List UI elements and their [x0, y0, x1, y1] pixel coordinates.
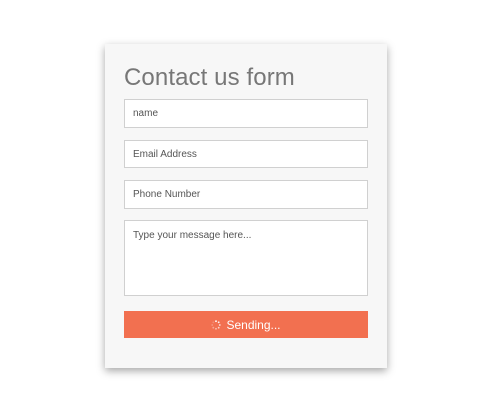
loading-spinner-icon [211, 319, 222, 330]
phone-input[interactable] [124, 180, 368, 209]
send-button-label: Sending... [226, 317, 281, 332]
name-input[interactable] [124, 99, 368, 128]
send-button[interactable]: Sending... [124, 311, 368, 338]
contact-form-card: Contact us form Sending... [105, 44, 387, 368]
email-input[interactable] [124, 140, 368, 168]
form-title: Contact us form [124, 64, 295, 91]
message-textarea[interactable] [124, 220, 368, 296]
